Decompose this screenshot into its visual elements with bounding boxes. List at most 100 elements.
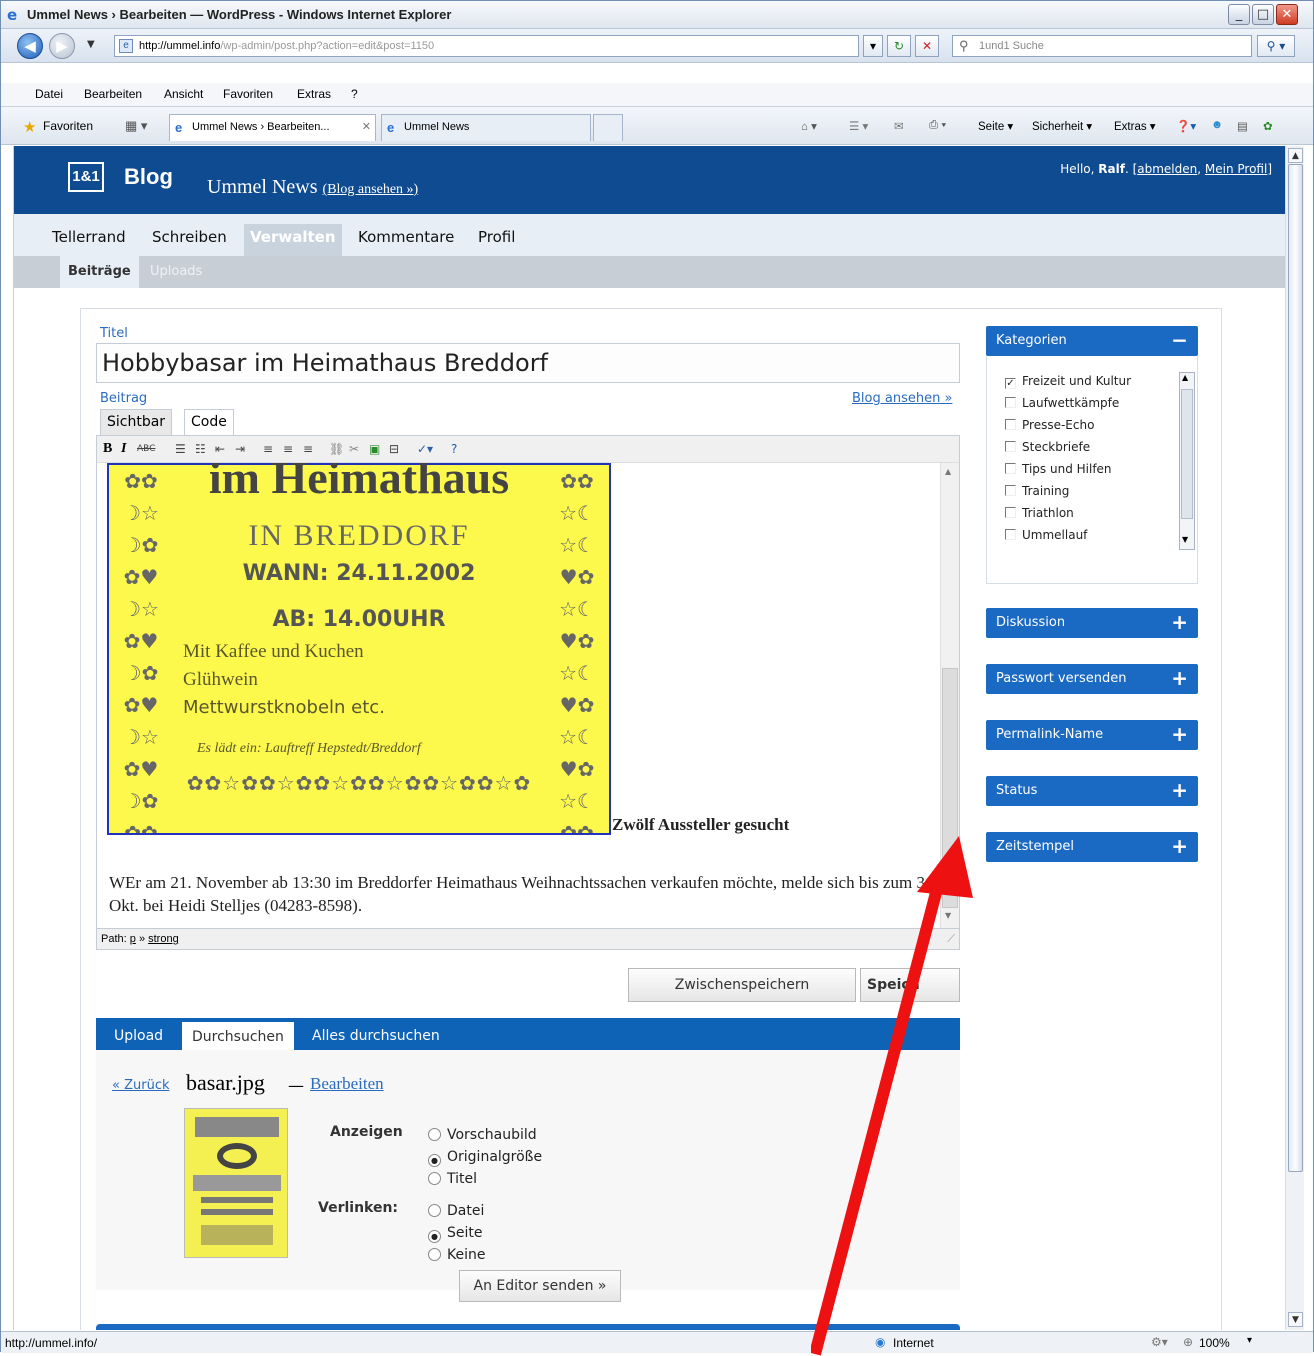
close-tab-icon[interactable]: ✕ xyxy=(362,115,371,140)
search-input[interactable]: ⚲ 1und1 Suche xyxy=(952,35,1252,57)
category-item[interactable]: Training xyxy=(1005,484,1069,498)
timestamp-box[interactable]: Zeitstempel + xyxy=(986,832,1198,862)
strikethrough-icon[interactable]: ABC xyxy=(137,441,155,457)
align-left-icon[interactable]: ≡ xyxy=(263,441,273,457)
help-icon[interactable]: ? xyxy=(451,441,457,457)
align-right-icon[interactable]: ≡ xyxy=(303,441,313,457)
image-icon[interactable]: ▣ xyxy=(369,441,380,457)
zoom-icon[interactable]: ⊕ xyxy=(1183,1335,1193,1349)
page-scroll-thumb[interactable] xyxy=(1288,164,1303,1172)
tab-code[interactable]: Code xyxy=(184,409,234,435)
radio-title[interactable]: Titel xyxy=(428,1168,542,1190)
editor-scroll-thumb[interactable] xyxy=(942,668,958,908)
profile-link[interactable]: Mein Profil xyxy=(1205,162,1267,176)
subnav-beitraege[interactable]: Beiträge xyxy=(60,256,139,288)
scroll-up-icon[interactable]: ▲ xyxy=(945,467,951,476)
scroll-down-icon[interactable]: ▼ xyxy=(1182,535,1188,544)
logout-link[interactable]: abmelden xyxy=(1137,162,1197,176)
radio-file[interactable]: Datei xyxy=(428,1200,485,1222)
help-icon[interactable]: ❓▾ xyxy=(1176,119,1196,133)
menu-bearbeiten[interactable]: Bearbeiten xyxy=(84,87,142,101)
categories-scrollbar[interactable]: ▲ ▼ xyxy=(1179,372,1195,550)
scroll-up-icon[interactable]: ▲ xyxy=(1182,373,1188,382)
categories-header[interactable]: Kategorien − xyxy=(986,326,1198,356)
category-item[interactable]: Presse-Echo xyxy=(1005,418,1094,432)
password-box[interactable]: Passwort versenden + xyxy=(986,664,1198,694)
thumbnail-image[interactable] xyxy=(184,1108,288,1258)
tab-upload[interactable]: Upload xyxy=(104,1018,173,1050)
save-button[interactable]: Speich xyxy=(860,968,960,1002)
discussion-box[interactable]: Diskussion + xyxy=(986,608,1198,638)
path-p-link[interactable]: p xyxy=(130,933,136,945)
nav-profil[interactable]: Profil xyxy=(472,224,521,256)
bullet-list-icon[interactable]: ☰ xyxy=(175,441,186,457)
bold-icon[interactable]: B xyxy=(103,441,112,457)
url-field[interactable]: e http://ummel.info/wp-admin/post.php?ac… xyxy=(114,35,859,57)
print-icon[interactable]: ⎙ ▾ xyxy=(929,119,946,132)
unlink-icon[interactable]: ✂ xyxy=(349,441,359,457)
tab-browse-all[interactable]: Alles durchsuchen xyxy=(302,1018,450,1050)
category-item[interactable]: Laufwettkämpfe xyxy=(1005,396,1119,410)
menu-ansicht[interactable]: Ansicht xyxy=(164,87,203,101)
nav-schreiben[interactable]: Schreiben xyxy=(146,224,233,256)
category-item[interactable]: Ummellauf xyxy=(1005,528,1087,542)
radio-page[interactable]: ● Seite xyxy=(428,1222,485,1244)
resize-handle-icon[interactable]: ⟋ xyxy=(947,929,955,949)
nav-kommentare[interactable]: Kommentare xyxy=(352,224,460,256)
subnav-uploads[interactable]: Uploads xyxy=(142,256,210,288)
zoom-dropdown-icon[interactable]: ▾ xyxy=(1247,1335,1252,1346)
history-dropdown-icon[interactable]: ▼ xyxy=(87,39,95,50)
favorites-button[interactable]: Favoriten xyxy=(43,119,93,133)
extras-menu[interactable]: Extras ▾ xyxy=(1114,119,1156,133)
scroll-down-icon[interactable]: ▼ xyxy=(1288,1312,1303,1327)
indent-icon[interactable]: ⇥ xyxy=(235,441,245,457)
back-button[interactable]: ◀ xyxy=(17,33,43,59)
tab-browse[interactable]: Durchsuchen xyxy=(182,1022,294,1052)
align-center-icon[interactable]: ≡ xyxy=(283,441,293,457)
new-tab-button[interactable] xyxy=(593,114,623,141)
outdent-icon[interactable]: ⇤ xyxy=(215,441,225,457)
menu-help[interactable]: ? xyxy=(351,87,358,101)
nav-tellerrand[interactable]: Tellerrand xyxy=(46,224,132,256)
nav-verwalten[interactable]: Verwalten xyxy=(244,224,342,256)
save-draft-button[interactable]: Zwischenspeichern xyxy=(628,968,856,1002)
send-to-editor-button[interactable]: An Editor senden » xyxy=(459,1270,621,1302)
stop-icon[interactable]: ✕ xyxy=(915,35,939,57)
url-dropdown-button[interactable]: ▾ xyxy=(863,35,883,57)
category-item[interactable]: Steckbriefe xyxy=(1005,440,1090,454)
forward-button[interactable]: ▶ xyxy=(49,33,75,59)
more-icon[interactable]: ⊟ xyxy=(389,441,399,457)
tab-visual[interactable]: Sichtbar xyxy=(100,409,173,435)
page-scrollbar[interactable]: ▲ ▼ xyxy=(1285,146,1304,1330)
category-item[interactable]: Tips und Hilfen xyxy=(1005,462,1112,476)
link-icon[interactable]: ⛓ xyxy=(329,441,344,457)
radio-original[interactable]: ● Originalgröße xyxy=(428,1146,542,1168)
close-button[interactable]: ✕ xyxy=(1276,4,1298,25)
path-strong-link[interactable]: strong xyxy=(148,933,179,945)
scroll-up-icon[interactable]: ▲ xyxy=(1288,148,1303,163)
view-blog-link[interactable]: (Blog ansehen ») xyxy=(323,182,419,197)
numbered-list-icon[interactable]: ☷ xyxy=(195,441,206,457)
tab-ummel-news[interactable]: e Ummel News xyxy=(381,114,591,141)
blog-view-link[interactable]: Blog ansehen » xyxy=(852,391,952,406)
page-menu[interactable]: Seite ▾ xyxy=(978,119,1013,133)
editor-content[interactable]: ✿✿ ☽☆ ☽✿ ✿♥ ☽☆ ✿♥ ☽✿ ✿♥ ☽☆ ✿♥ ☽✿ ✿✿ ✿✿ ☆… xyxy=(96,463,960,928)
status-box[interactable]: Status + xyxy=(986,776,1198,806)
menu-favoriten[interactable]: Favoriten xyxy=(223,87,273,101)
zoom-level[interactable]: 100% xyxy=(1199,1336,1230,1350)
editor-scrollbar[interactable]: ▲ ▼ xyxy=(940,463,959,928)
home-icon[interactable]: ⌂ ▾ xyxy=(801,119,817,133)
tab-edit[interactable]: e Ummel News › Bearbeiten... ✕ xyxy=(169,114,376,141)
permalink-box[interactable]: Permalink-Name + xyxy=(986,720,1198,750)
feeds-icon[interactable]: ☰ ▾ xyxy=(849,119,868,133)
protected-mode-icon[interactable]: ⚙▾ xyxy=(1151,1335,1168,1349)
category-item[interactable]: Triathlon xyxy=(1005,506,1074,520)
security-menu[interactable]: Sicherheit ▾ xyxy=(1032,119,1092,133)
addon-icon[interactable]: ✿ xyxy=(1263,119,1273,133)
mail-icon[interactable]: ✉ xyxy=(894,119,904,133)
menu-datei[interactable]: Datei xyxy=(35,87,63,101)
refresh-icon[interactable]: ↻ xyxy=(887,35,911,57)
category-item[interactable]: ✓ Freizeit und Kultur xyxy=(1005,374,1131,389)
spellcheck-icon[interactable]: ✓▾ xyxy=(417,441,433,457)
maximize-button[interactable]: □ xyxy=(1252,4,1274,25)
